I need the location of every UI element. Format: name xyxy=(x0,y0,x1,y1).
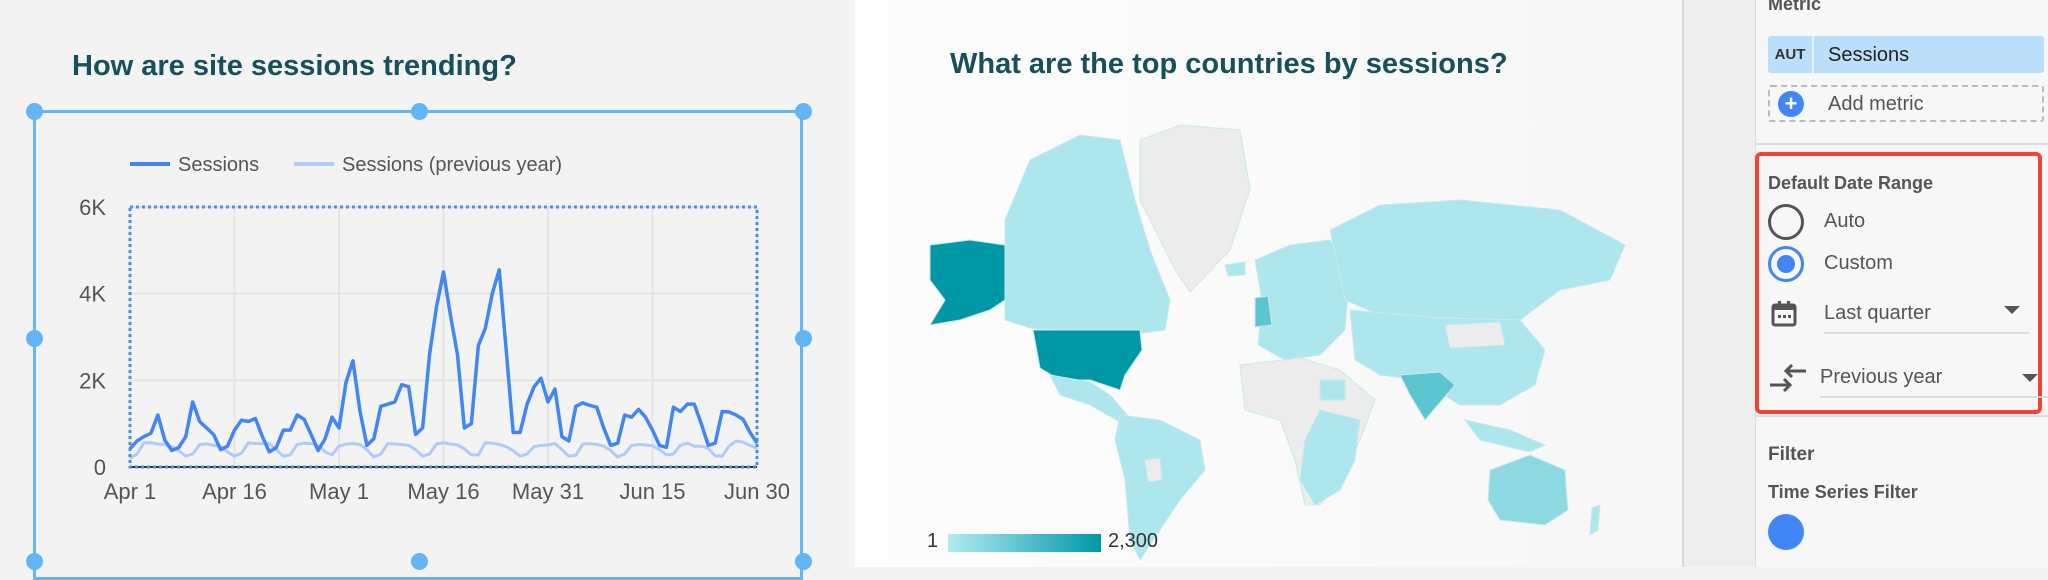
date-range-value: Last quarter xyxy=(1824,302,1931,324)
time-series-chart[interactable]: 0 2K 4K 6K Apr 1 Apr 16 May 1 May 16 May 31 Jun 1… xyxy=(0,0,855,567)
divider xyxy=(1756,415,2048,417)
color-scale-bar xyxy=(948,534,1101,552)
country-australia xyxy=(1487,454,1569,526)
comparison-dropdown[interactable]: Previous year xyxy=(1820,360,2048,398)
country-alaska xyxy=(929,239,1006,326)
world-map[interactable] xyxy=(855,0,1682,567)
time-series-filter-label: Time Series Filter xyxy=(1768,482,1918,502)
x-tick-label: Jun 30 xyxy=(724,479,790,504)
radio-custom[interactable] xyxy=(1768,246,1804,282)
x-tick-label: Apr 16 xyxy=(202,479,267,504)
add-metric-label: Add metric xyxy=(1828,93,1924,115)
country-egypt xyxy=(1319,379,1346,401)
canvas-margin xyxy=(1682,0,1755,567)
region-se-asia xyxy=(1463,419,1547,453)
y-tick-label: 6K xyxy=(79,195,106,220)
y-tick-label: 0 xyxy=(94,455,106,480)
calendar-icon xyxy=(1771,301,1797,327)
compare-arrows-icon xyxy=(1770,363,1806,392)
metric-chip-sessions[interactable]: AUT Sessions xyxy=(1768,36,2044,73)
dropdown-caret-icon xyxy=(2004,306,2020,314)
country-usa xyxy=(1032,329,1143,391)
legend-max-label: 2,300 xyxy=(1108,530,1159,552)
date-range-dropdown[interactable]: Last quarter xyxy=(1824,296,2029,334)
x-tick-label: May 16 xyxy=(407,479,479,504)
geo-chart-canvas: What are the top countries by sessions? … xyxy=(855,0,1682,567)
radio-custom-label[interactable]: Custom xyxy=(1824,252,1893,275)
y-tick-label: 4K xyxy=(79,282,106,307)
country-mongolia xyxy=(1444,321,1506,349)
legend-label: Sessions xyxy=(178,154,259,176)
metric-heading: Metric xyxy=(1768,0,1822,14)
add-metric-button[interactable]: + Add metric xyxy=(1768,85,2044,122)
country-new-zealand xyxy=(1589,504,1601,536)
properties-panel: Metric AUT Sessions + Add metric Default… xyxy=(1755,0,2048,567)
x-tick-label: May 1 xyxy=(309,479,369,504)
x-tick-label: Apr 1 xyxy=(104,479,157,504)
country-bolivia xyxy=(1144,457,1163,483)
date-range-heading: Default Date Range xyxy=(1768,173,1934,193)
metric-name: Sessions xyxy=(1828,44,1910,66)
comparison-value: Previous year xyxy=(1820,366,1943,388)
legend-label: Sessions (previous year) xyxy=(342,154,562,176)
dropdown-caret-icon xyxy=(2022,374,2038,382)
radio-auto-label[interactable]: Auto xyxy=(1824,210,1865,233)
x-tick-label: Jun 15 xyxy=(619,479,685,504)
x-tick-label: May 31 xyxy=(512,479,584,504)
add-filter-button[interactable] xyxy=(1768,514,1804,550)
country-iceland xyxy=(1224,261,1246,277)
chart-canvas-left: How are site sessions trending? 0 2K 4K 6K A… xyxy=(0,0,855,580)
plus-icon: + xyxy=(1778,91,1804,117)
filter-heading: Filter xyxy=(1768,444,1815,465)
aggregation-type[interactable]: AUT xyxy=(1768,36,1814,73)
radio-auto[interactable] xyxy=(1768,204,1804,240)
divider xyxy=(1756,143,2048,145)
y-tick-label: 2K xyxy=(79,368,106,393)
legend-min-label: 1 xyxy=(927,530,939,552)
country-russia xyxy=(1329,199,1626,321)
